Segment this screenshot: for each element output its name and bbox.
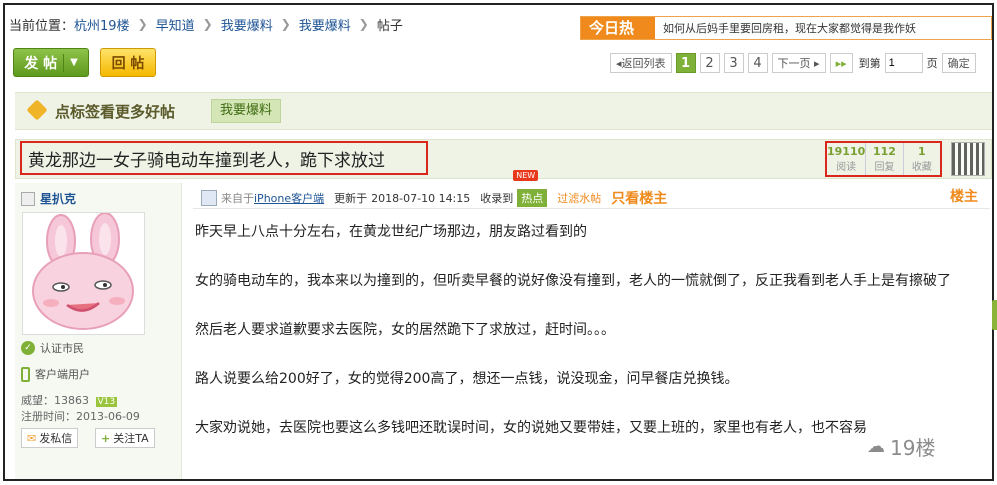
author-name-row[interactable]: 星扒克 — [21, 190, 76, 207]
floor-label: 楼主 — [950, 189, 978, 205]
goto-page-input[interactable] — [884, 53, 923, 73]
post-paragraph: 昨天早上八点十分左右，在黄龙世纪广场那边，朋友路过看到的 — [195, 224, 587, 240]
tag-icon — [26, 99, 48, 121]
follow-label: 关注TA — [113, 432, 149, 445]
author-panel: 星扒克 ✓ 认证市民 客户端用户 威望：13863 V13 注册时间：2013-… — [15, 183, 182, 479]
avatar[interactable] — [22, 212, 145, 335]
plus-icon: + — [101, 431, 111, 445]
page-1-button[interactable]: 1 — [675, 53, 696, 73]
breadcrumb-separator-icon: ❯ — [202, 17, 213, 31]
from-label: 来自于 — [221, 192, 254, 205]
post-button[interactable]: 发 帖 ▼ — [13, 48, 89, 77]
hot-tag-label: 热点 — [521, 192, 544, 205]
tag-bar-label: 点标签看更多好帖 — [55, 103, 176, 121]
breadcrumb-item-current: 帖子 — [376, 18, 403, 34]
verified-label: 认证市民 — [40, 342, 84, 355]
register-date: 2013-06-09 — [76, 410, 140, 423]
client-label: 客户端用户 — [35, 368, 90, 381]
chevron-down-icon[interactable]: ▼ — [70, 57, 78, 68]
watermark: ☁ 19楼 — [867, 432, 935, 461]
post-button-divider — [63, 53, 65, 72]
next-page-button[interactable]: 下一页 ▸ — [771, 53, 826, 73]
reputation-label: 威望： — [21, 394, 54, 407]
page-unit-label: 页 — [926, 57, 938, 70]
stat-replies-label: 回复 — [874, 162, 895, 173]
breadcrumb-item-baoliao-sub[interactable]: 我要爆料 — [299, 15, 351, 34]
post-paragraph: 女的骑电动车的，我本来以为撞到的，但听卖早餐的说好像没有撞到，老人的一慌就倒了，… — [195, 273, 951, 289]
post-meta: 来自于 iPhone客户端 更新于 2018-07-10 14:15 收录到 N… — [201, 170, 667, 208]
breadcrumb-separator-icon: ❯ — [358, 17, 369, 31]
register-label: 注册时间： — [21, 410, 76, 423]
breadcrumb: 当前位置： 杭州19楼 ❯ 早知道 ❯ 我要爆料 ❯ 我要爆料 ❯ 帖子 — [9, 14, 403, 34]
phone-icon — [21, 366, 30, 382]
thread-stats: 19110 阅读 112 回复 1 收藏 — [825, 141, 942, 177]
stat-views-label: 阅读 — [836, 162, 857, 173]
reputation-value: 13863 — [54, 394, 89, 407]
verified-icon: ✓ — [21, 341, 35, 355]
envelope-icon: ✉ — [27, 431, 37, 445]
thread-header: 黄龙那边一女子骑电动车撞到老人，跪下求放过 19110 阅读 112 回复 1 … — [15, 139, 992, 179]
stat-views-value: 19110 — [827, 145, 866, 158]
page-2-button[interactable]: 2 — [699, 53, 720, 73]
watermark-text: 19楼 — [890, 436, 936, 460]
breadcrumb-label: 当前位置： — [9, 18, 75, 34]
last-page-button[interactable]: ▸▸ — [829, 53, 853, 73]
thread-title: 黄龙那边一女子骑电动车撞到老人，跪下求放过 — [20, 141, 428, 175]
confirm-button[interactable]: 确定 — [941, 53, 976, 73]
pagination: ◂返回列表 1 2 3 4 下一页 ▸ ▸▸ 到第 页 确定 — [610, 53, 976, 73]
post-paragraph: 路人说要么给200好了，女的觉得200高了，想还一点钱，说没现金，问早餐店兑换钱… — [195, 371, 739, 387]
level-badge: V13 — [95, 397, 118, 407]
stat-favorites-label: 收藏 — [911, 162, 932, 173]
collected-label: 收录到 — [480, 192, 514, 205]
today-hot-banner[interactable]: 今日热点 如何从后妈手里要回房租，现在大家都觉得是我作妖 — [580, 16, 992, 59]
breadcrumb-separator-icon: ❯ — [137, 17, 148, 31]
stat-favorites[interactable]: 1 收藏 — [904, 143, 940, 175]
reputation-row: 威望：13863 V13 — [21, 392, 118, 408]
breadcrumb-item-site[interactable]: 杭州19楼 — [74, 15, 130, 34]
from-client-link[interactable]: iPhone客户端 — [254, 190, 324, 206]
post-content: 昨天早上八点十分左右，在黄龙世纪广场那边，朋友路过看到的 女的骑电动车的，我本来… — [195, 220, 985, 465]
breadcrumb-separator-icon: ❯ — [280, 17, 291, 31]
verified-row: ✓ 认证市民 — [21, 340, 84, 356]
stat-replies: 112 回复 — [866, 143, 904, 175]
today-hot-badge: 今日热点 — [581, 17, 655, 59]
stat-favorites-value: 1 — [917, 145, 926, 158]
send-message-button[interactable]: ✉ 发私信 — [21, 428, 79, 448]
new-badge: NEW — [513, 170, 539, 181]
page-3-button[interactable]: 3 — [723, 53, 744, 73]
client-source-icon — [201, 190, 217, 206]
breadcrumb-item-zaozhidao[interactable]: 早知道 — [156, 15, 195, 34]
post-paragraph: 然后老人要求道歉要求去医院，女的居然跪下了求放过，赶时间。。。 — [195, 322, 615, 338]
stat-views: 19110 阅读 — [827, 143, 867, 175]
post-divider — [193, 208, 990, 209]
stat-replies-value: 112 — [872, 145, 896, 158]
reply-button[interactable]: 回 帖 — [100, 48, 156, 77]
page-4-button[interactable]: 4 — [747, 53, 768, 73]
today-hot-text[interactable]: 如何从后妈手里要回房租，现在大家都觉得是我作妖 — [655, 20, 916, 36]
user-icon — [21, 191, 35, 206]
updated-time: 2018-07-10 14:15 — [371, 191, 471, 205]
breadcrumb-item-baoliao[interactable]: 我要爆料 — [221, 15, 273, 34]
qr-code-icon[interactable] — [951, 142, 985, 176]
tag-bar: 点标签看更多好帖 我要爆料 — [15, 92, 992, 130]
back-to-list-button[interactable]: ◂返回列表 — [610, 53, 672, 73]
filter-water-posts-link[interactable]: 过滤水帖 — [557, 190, 601, 206]
follow-button[interactable]: + 关注TA — [95, 428, 155, 448]
hot-tag[interactable]: NEW 热点 — [513, 170, 548, 207]
avatar-image — [23, 213, 144, 334]
only-op-link[interactable]: 只看楼主 — [611, 188, 667, 208]
side-feedback-tab[interactable] — [992, 300, 997, 330]
goto-label: 到第 — [858, 57, 881, 70]
tag-chip[interactable]: 我要爆料 — [211, 99, 282, 123]
post-button-label: 发 帖 — [24, 55, 58, 72]
send-message-label: 发私信 — [39, 432, 73, 445]
register-row: 注册时间：2013-06-09 — [21, 408, 140, 424]
page-frame: 当前位置： 杭州19楼 ❯ 早知道 ❯ 我要爆料 ❯ 我要爆料 ❯ 帖子 今日热… — [3, 3, 994, 481]
wechat-icon: ☁ — [867, 436, 885, 457]
author-name[interactable]: 星扒克 — [40, 190, 76, 207]
updated-label: 更新于 — [334, 192, 368, 205]
client-row: 客户端用户 — [21, 366, 90, 382]
